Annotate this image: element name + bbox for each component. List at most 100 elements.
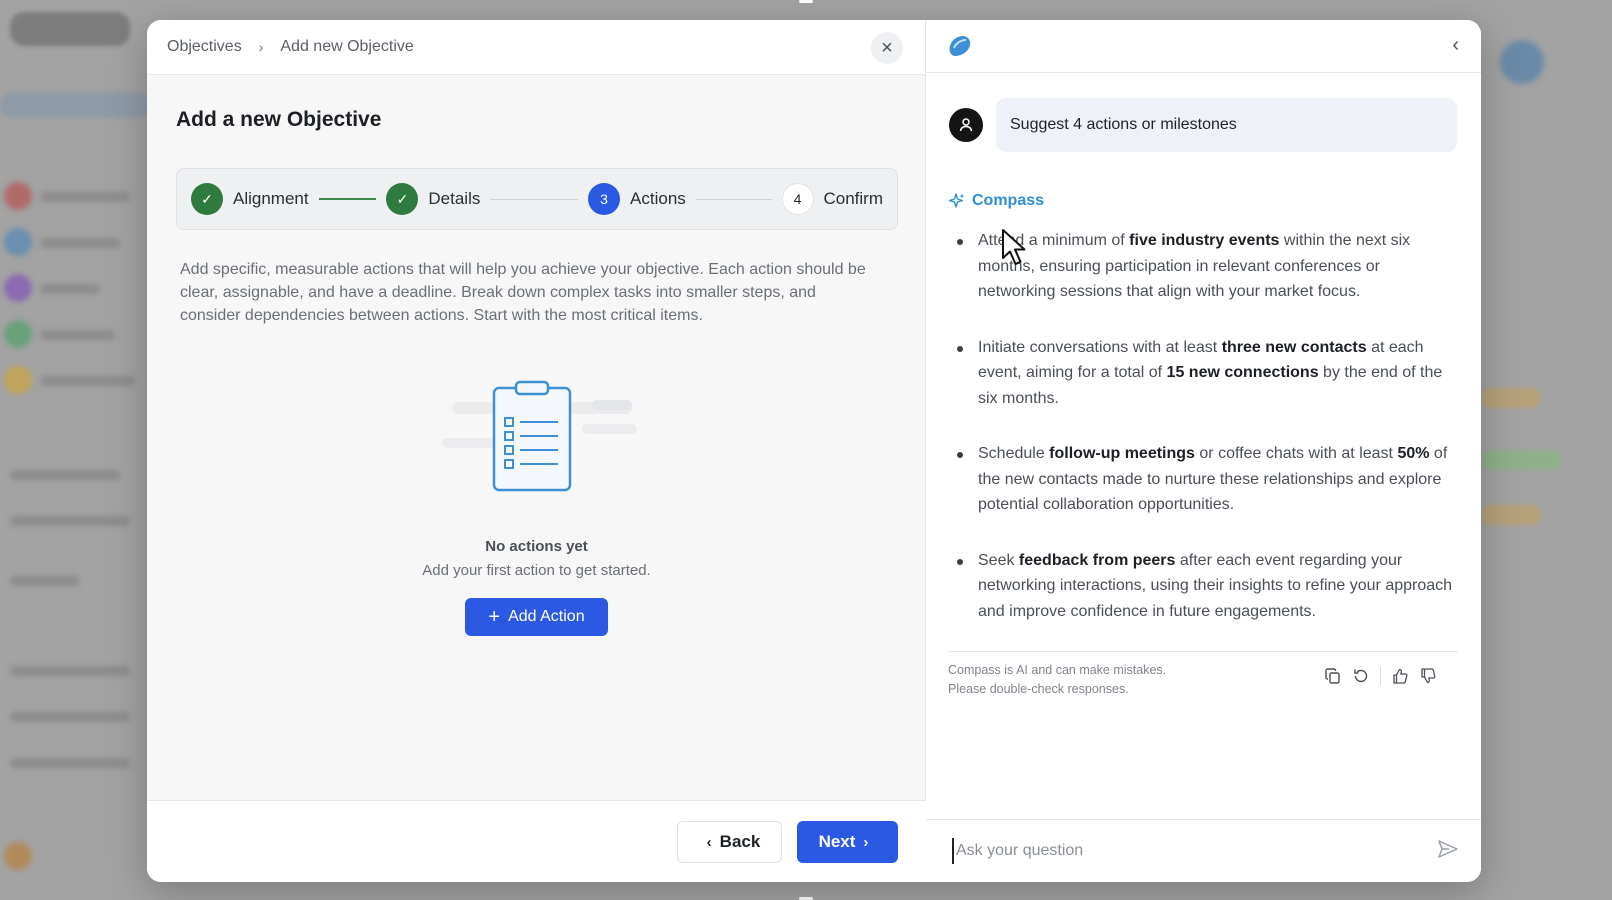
answer-text: Seek xyxy=(978,551,1019,569)
step-actions[interactable]: 3 Actions xyxy=(588,183,686,215)
answer-highlight: five industry events xyxy=(1129,232,1280,249)
collapse-panel-icon[interactable]: ‹ xyxy=(1452,34,1459,57)
background-badge xyxy=(1481,388,1541,408)
copy-icon[interactable] xyxy=(1324,667,1342,685)
breadcrumb-current: Add new Objective xyxy=(280,38,414,55)
chat-input-bar xyxy=(926,819,1481,882)
background-dot xyxy=(4,366,32,394)
background-line xyxy=(10,576,80,586)
page-title: Add a new Objective xyxy=(176,108,382,131)
window-resize-handle[interactable] xyxy=(799,0,813,3)
background-logo xyxy=(10,12,130,46)
background-dot xyxy=(4,842,32,870)
ask-question-input[interactable] xyxy=(952,838,1412,864)
actions-description: Add specific, measurable actions that wi… xyxy=(180,261,866,324)
back-label: Back xyxy=(719,832,761,851)
empty-state-title: No actions yet xyxy=(485,538,588,555)
user-message: Suggest 4 actions or milestones xyxy=(996,98,1457,152)
divider xyxy=(948,651,1458,652)
close-button[interactable]: × xyxy=(871,32,903,64)
step-number: 3 xyxy=(588,183,621,215)
add-objective-dialog: Objectives › Add new Objective × Add a n… xyxy=(147,20,1481,882)
answer-text: or coffee chats with at least xyxy=(1194,445,1398,462)
background-line xyxy=(10,758,130,768)
thumbs-down-icon[interactable] xyxy=(1419,667,1437,685)
empty-state-subtitle: Add your first action to get started. xyxy=(422,562,651,579)
background-line xyxy=(10,712,130,722)
step-confirm[interactable]: 4 Confirm xyxy=(781,183,884,215)
answer-item: Attend a minimum of five industry events… xyxy=(948,228,1458,305)
answer-highlight: three new contacts xyxy=(1221,338,1367,356)
assistant-header: ‹ xyxy=(926,20,1481,73)
back-button[interactable]: ‹ Back xyxy=(677,821,782,863)
send-icon[interactable] xyxy=(1437,838,1459,860)
background-line xyxy=(10,516,130,526)
plus-icon: + xyxy=(488,606,501,628)
answer-item: Initiate conversations with at least thr… xyxy=(948,335,1458,412)
assistant-label: Compass xyxy=(948,192,1044,210)
assistant-panel: ‹ Suggest 4 actions or milestones Compas… xyxy=(926,20,1481,882)
clipboard-icon xyxy=(442,380,637,492)
answer-highlight: 15 new connections xyxy=(1166,364,1319,381)
background-line xyxy=(40,376,135,386)
background-dot xyxy=(4,274,32,302)
compass-logo-icon xyxy=(949,36,971,56)
background-line xyxy=(40,192,130,202)
background-line xyxy=(10,666,130,676)
chevron-right-icon: › xyxy=(863,833,869,851)
assistant-name: Compass xyxy=(972,192,1045,209)
background-badge xyxy=(1481,505,1541,525)
user-icon xyxy=(959,118,973,132)
background-dot xyxy=(4,320,32,348)
background-avatar xyxy=(1500,40,1544,84)
close-icon: × xyxy=(881,36,893,59)
next-label: Next xyxy=(818,832,856,851)
add-action-button[interactable]: + Add Action xyxy=(465,598,608,636)
objective-wizard-pane: Objectives › Add new Objective × Add a n… xyxy=(147,20,926,882)
step-alignment[interactable]: ✓ Alignment xyxy=(191,183,309,215)
response-actions xyxy=(1324,667,1437,685)
answer-text: Attend a minimum of xyxy=(978,232,1130,249)
step-label: Confirm xyxy=(823,189,884,208)
user-avatar xyxy=(949,108,983,142)
ai-disclaimer: Compass is AI and can make mistakes. Ple… xyxy=(948,661,1166,699)
answer-item: Schedule follow-up meetings or coffee ch… xyxy=(948,441,1458,518)
breadcrumb-separator: › xyxy=(258,39,264,55)
breadcrumb-objectives[interactable]: Objectives xyxy=(167,38,242,56)
check-icon: ✓ xyxy=(191,183,223,215)
answer-text: Initiate conversations with at least xyxy=(978,338,1222,356)
assistant-answer: Attend a minimum of five industry events… xyxy=(948,228,1458,654)
answer-text: Schedule xyxy=(978,445,1050,462)
check-icon: ✓ xyxy=(386,183,419,215)
background-line xyxy=(40,284,100,294)
step-label: Details xyxy=(428,189,481,208)
add-action-label: Add Action xyxy=(508,608,585,625)
answer-highlight: 50% xyxy=(1397,445,1430,462)
answer-item: Seek feedback from peers after each even… xyxy=(948,548,1458,625)
step-connector xyxy=(318,198,377,200)
background-dot xyxy=(4,182,32,210)
step-details[interactable]: ✓ Details xyxy=(386,183,480,215)
wizard-stepper: ✓ Alignment ✓ Details 3 Actions 4 Confir… xyxy=(176,168,898,230)
background-nav-item xyxy=(0,92,150,118)
step-connector xyxy=(695,198,772,200)
background-line xyxy=(40,238,120,248)
regenerate-icon[interactable] xyxy=(1352,667,1370,685)
step-label: Alignment xyxy=(233,189,309,208)
background-badge xyxy=(1481,450,1561,470)
answer-highlight: follow-up meetings xyxy=(1049,445,1195,462)
dialog-footer: ‹ Back Next › xyxy=(147,800,926,882)
dialog-header: Objectives › Add new Objective × xyxy=(147,20,925,75)
step-connector xyxy=(490,198,579,200)
background-line xyxy=(40,330,115,340)
answer-highlight: feedback from peers xyxy=(1018,551,1176,569)
disclaimer-line: Please double-check responses. xyxy=(948,682,1129,696)
background-dot xyxy=(4,228,32,256)
thumbs-up-icon[interactable] xyxy=(1391,667,1409,685)
step-number: 4 xyxy=(781,183,814,215)
background-line xyxy=(10,470,120,480)
sparkle-icon xyxy=(948,193,965,208)
next-button[interactable]: Next › xyxy=(797,821,898,863)
chevron-left-icon: ‹ xyxy=(706,833,712,851)
step-label: Actions xyxy=(630,189,686,208)
